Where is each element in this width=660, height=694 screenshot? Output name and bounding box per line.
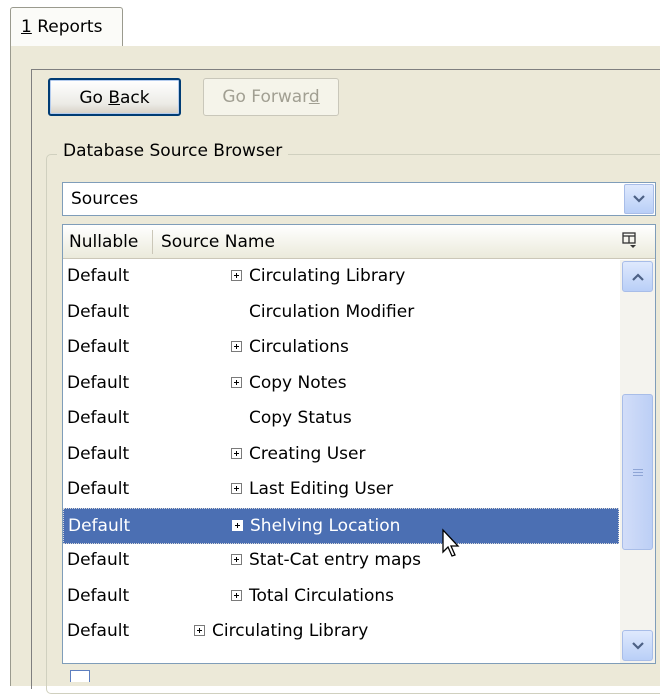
tree-row[interactable]: Default Circulating Library [63,614,619,650]
plus-box-icon[interactable] [232,519,243,531]
plus-box-icon[interactable] [231,270,242,281]
thumb-grip-line [633,472,643,473]
source-name-cell: Circulating Library [212,621,369,641]
go-forward-button[interactable]: Go Forward [203,78,339,116]
tree-row[interactable]: Default Stat-Cat entry maps [63,543,619,579]
source-name-cell: Last Editing User [249,479,394,499]
nullable-cell: Default [67,266,130,286]
partial-checkbox[interactable] [70,670,90,682]
column-header-source-name[interactable]: Source Name [161,232,275,252]
nullable-cell: Default [68,515,131,536]
mouse-pointer-icon [442,528,460,557]
go-back-accelerator: B [108,88,121,108]
sources-dropdown-value: Sources [71,189,139,209]
tree-header: Nullable Source Name [63,225,655,259]
scrollbar-thumb[interactable] [622,394,653,550]
tree-row[interactable]: Default Total Circulations [63,579,619,615]
source-tree[interactable]: Nullable Source Name Default Circulating … [62,224,656,664]
nullable-cell: Default [67,479,130,499]
tree-row[interactable]: Default Creating User [63,437,619,473]
source-name-cell: Copy Notes [249,372,347,393]
nullable-cell: Default [67,550,130,570]
plus-box-icon[interactable] [231,483,242,494]
plus-box-icon[interactable] [231,376,242,388]
nullable-cell: Default [67,408,130,428]
source-name-cell: Copy Status [249,408,352,428]
source-name-cell: Total Circulations [249,585,394,606]
nullable-cell: Default [67,372,130,393]
chevron-up-icon[interactable] [622,261,653,292]
vertical-scrollbar[interactable] [620,260,655,663]
nullable-cell: Default [67,301,130,322]
go-back-label-pre: Go [79,88,109,108]
column-header-nullable[interactable]: Nullable [69,232,138,252]
tree-row[interactable]: Default Circulations [63,330,619,366]
thumb-grip-line [633,475,643,476]
plus-box-icon[interactable] [194,625,205,636]
group-legend: Database Source Browser [57,141,289,161]
plus-box-icon[interactable] [231,447,242,459]
go-forward-label-pre: Go Forwar [222,87,309,107]
nullable-cell: Default [67,443,130,464]
tree-row[interactable]: Default Circulation Modifier [63,295,619,331]
sources-dropdown[interactable]: Sources [62,182,656,216]
tree-row[interactable]: Default Last Editing User [63,472,619,508]
nullable-cell: Default [67,585,130,606]
thumb-grip-line [633,469,643,470]
column-picker-icon[interactable] [621,231,639,249]
go-back-label-post: ack [120,88,150,108]
tab-reports[interactable]: 1 Reports [10,7,123,47]
plus-box-icon[interactable] [231,554,242,565]
tree-row[interactable]: Default Shelving Location [63,507,619,544]
plus-box-icon[interactable] [231,341,242,352]
nullable-cell: Default [67,337,130,357]
source-name-cell: Stat-Cat entry maps [249,550,422,570]
tree-row[interactable]: Default Copy Status [63,401,619,437]
source-name-cell: Creating User [249,443,366,464]
source-name-cell: Circulation Modifier [249,301,415,322]
tab-accelerator: 1 [21,17,32,37]
source-name-cell: Shelving Location [250,515,401,536]
chevron-down-icon[interactable] [624,184,654,214]
tab-label: Reports [31,17,103,37]
go-back-button[interactable]: Go Back [48,78,181,116]
plus-box-icon[interactable] [231,589,242,601]
nullable-cell: Default [67,621,130,641]
go-forward-accelerator: d [308,87,320,107]
source-name-cell: Circulations [249,337,349,357]
source-name-cell: Circulating Library [249,266,406,286]
tree-row[interactable]: Default Copy Notes [63,366,619,402]
tree-row[interactable]: Default Circulating Library [63,259,619,295]
chevron-down-icon[interactable] [622,630,653,661]
column-resizer[interactable] [152,230,153,254]
